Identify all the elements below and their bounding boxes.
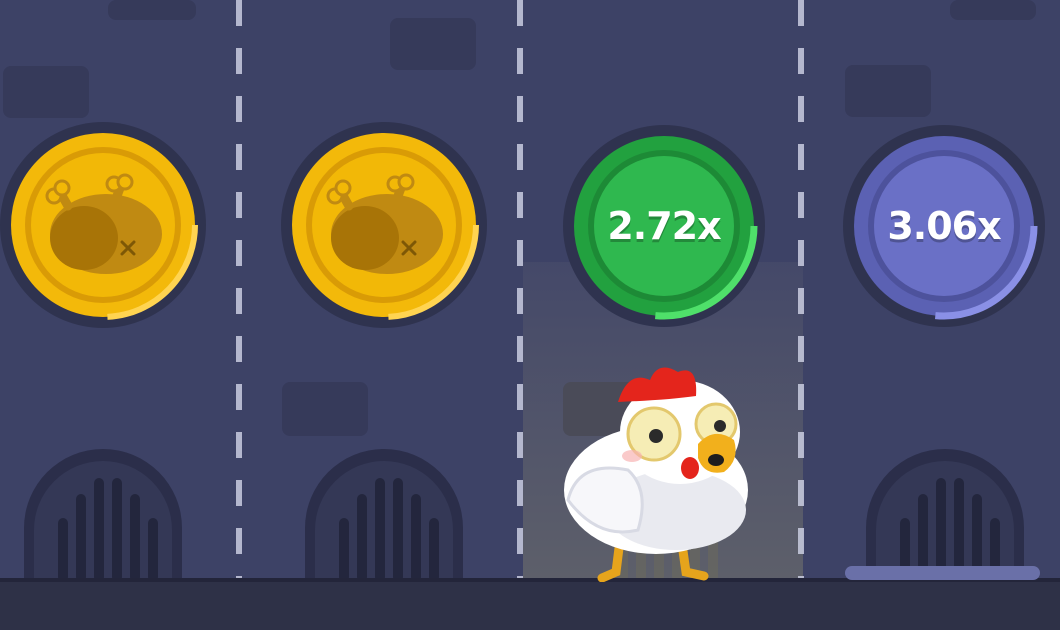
lane-divider [517, 0, 523, 582]
lane-4-multiplier-coin[interactable]: 3.06x [843, 125, 1045, 327]
ground [0, 578, 1060, 630]
wall-brick [282, 382, 368, 436]
lane-3-multiplier-label: 2.72x [607, 204, 721, 248]
chicken-icon [564, 367, 748, 582]
gold-coin-icon [289, 130, 479, 320]
game-board: 2.72x 3.06x [0, 0, 1060, 630]
manhole-lid [845, 566, 1040, 580]
lane-2-coin[interactable] [281, 122, 487, 328]
sewer-grate-icon [24, 449, 182, 582]
sewer-grate-icon [866, 449, 1024, 582]
wall-brick [108, 0, 196, 20]
lane-divider [798, 0, 804, 582]
lane-1-coin[interactable] [0, 122, 206, 328]
lane-4-multiplier-label: 3.06x [887, 204, 1001, 248]
lane-3-multiplier-coin[interactable]: 2.72x [563, 125, 765, 327]
wall-brick [845, 65, 931, 117]
gold-coin-icon [8, 130, 198, 320]
wall-brick [950, 0, 1036, 20]
sewer-grate-icon [305, 449, 463, 582]
wall-brick [3, 66, 89, 118]
wall-brick [390, 18, 476, 70]
lane-divider [236, 0, 242, 582]
